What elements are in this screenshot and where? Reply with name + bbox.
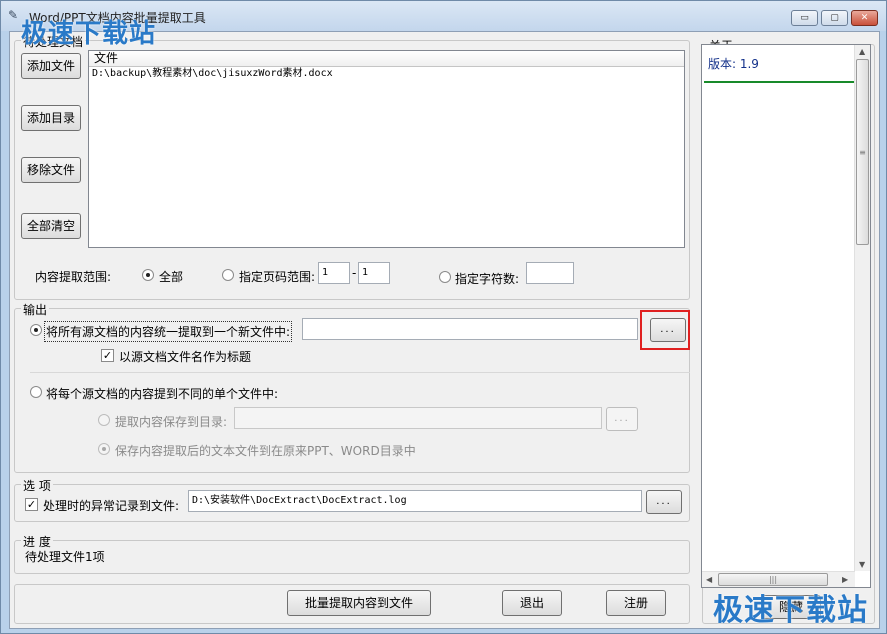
about-vertical-scrollbar[interactable]: ▲ ≡ ▼ <box>854 45 870 571</box>
file-column-header[interactable]: 文件 <box>89 51 684 67</box>
options-group-label: 选 项 <box>21 477 53 494</box>
log-browse-button[interactable]: ... <box>646 490 682 514</box>
page-from-input[interactable]: 1 <box>318 262 350 284</box>
separate-output-radio[interactable] <box>30 386 42 398</box>
progress-group: 进 度 <box>14 533 690 574</box>
save-dir-path-input[interactable] <box>234 407 602 429</box>
merge-output-label[interactable]: 将所有源文档的内容统一提取到一个新文件中: <box>43 321 293 342</box>
version-divider <box>704 81 854 83</box>
close-button[interactable]: ✕ <box>851 10 878 26</box>
clear-all-button[interactable]: 全部清空 <box>21 213 81 239</box>
save-to-dir-label[interactable]: 提取内容保存到目录: <box>115 413 227 430</box>
scroll-left-arrow-icon[interactable]: ◀ <box>706 575 712 584</box>
progress-status-text: 待处理文件1项 <box>25 550 105 564</box>
save-dir-browse-button[interactable]: ... <box>606 407 638 431</box>
scroll-right-arrow-icon[interactable]: ▶ <box>842 575 848 584</box>
file-list[interactable]: 文件 D:\backup\教程素材\doc\jisuxzWord素材.docx <box>88 50 685 248</box>
about-panel: 版本: 1.9 ▲ ≡ ▼ ◀ ||| ▶ <box>701 44 871 588</box>
page-range-dash: - <box>352 266 357 280</box>
range-all-label[interactable]: 全部 <box>159 268 183 285</box>
use-filename-title-label[interactable]: 以源文档文件名作为标题 <box>119 348 251 365</box>
save-orig-dir-label[interactable]: 保存内容提取后的文本文件到在原来PPT、WORD目录中 <box>115 442 416 459</box>
main-window: ✎ Word/PPT文档内容批量提取工具 ▭ ▢ ✕ 待处理文档 添加文件 添加… <box>0 0 887 634</box>
watermark-bottom: 极速下载站 <box>713 593 868 628</box>
range-pages-label[interactable]: 指定页码范围: <box>239 268 315 285</box>
remove-file-button[interactable]: 移除文件 <box>21 157 81 183</box>
exit-button[interactable]: 退出 <box>502 590 562 616</box>
maximize-button[interactable]: ▢ <box>821 10 848 26</box>
register-button[interactable]: 注册 <box>606 590 666 616</box>
minimize-button[interactable]: ▭ <box>791 10 818 26</box>
range-label: 内容提取范围: <box>35 270 112 284</box>
highlight-box <box>640 310 690 350</box>
merge-output-radio[interactable] <box>30 324 42 336</box>
batch-extract-button[interactable]: 批量提取内容到文件 <box>287 590 431 616</box>
scroll-down-arrow-icon[interactable]: ▼ <box>859 560 865 569</box>
save-to-dir-radio[interactable] <box>98 414 110 426</box>
range-chars-radio[interactable] <box>439 271 451 283</box>
log-exceptions-checkbox[interactable]: ✓ <box>25 498 38 511</box>
scroll-up-arrow-icon[interactable]: ▲ <box>859 47 865 56</box>
char-count-input[interactable] <box>526 262 574 284</box>
file-list-row[interactable]: D:\backup\教程素材\doc\jisuxzWord素材.docx <box>89 67 684 81</box>
merge-output-path-input[interactable] <box>302 318 638 340</box>
output-divider <box>30 372 690 373</box>
range-all-radio[interactable] <box>142 269 154 281</box>
page-to-input[interactable]: 1 <box>358 262 390 284</box>
log-exceptions-label[interactable]: 处理时的异常记录到文件: <box>43 497 179 514</box>
add-directory-button[interactable]: 添加目录 <box>21 105 81 131</box>
add-file-button[interactable]: 添加文件 <box>21 53 81 79</box>
use-filename-title-checkbox[interactable]: ✓ <box>101 349 114 362</box>
log-path-input[interactable]: D:\安装软件\DocExtract\DocExtract.log <box>188 490 642 512</box>
range-chars-label[interactable]: 指定字符数: <box>455 270 519 287</box>
app-icon: ✎ <box>8 8 19 22</box>
range-pages-radio[interactable] <box>222 269 234 281</box>
vertical-scroll-thumb[interactable]: ≡ <box>856 59 869 245</box>
output-group-label: 输出 <box>21 301 50 318</box>
watermark-top: 极速下载站 <box>21 19 157 49</box>
separate-output-label[interactable]: 将每个源文档的内容提到不同的单个文件中: <box>46 385 278 402</box>
version-text: 版本: 1.9 <box>708 57 759 71</box>
save-orig-dir-radio[interactable] <box>98 443 110 455</box>
